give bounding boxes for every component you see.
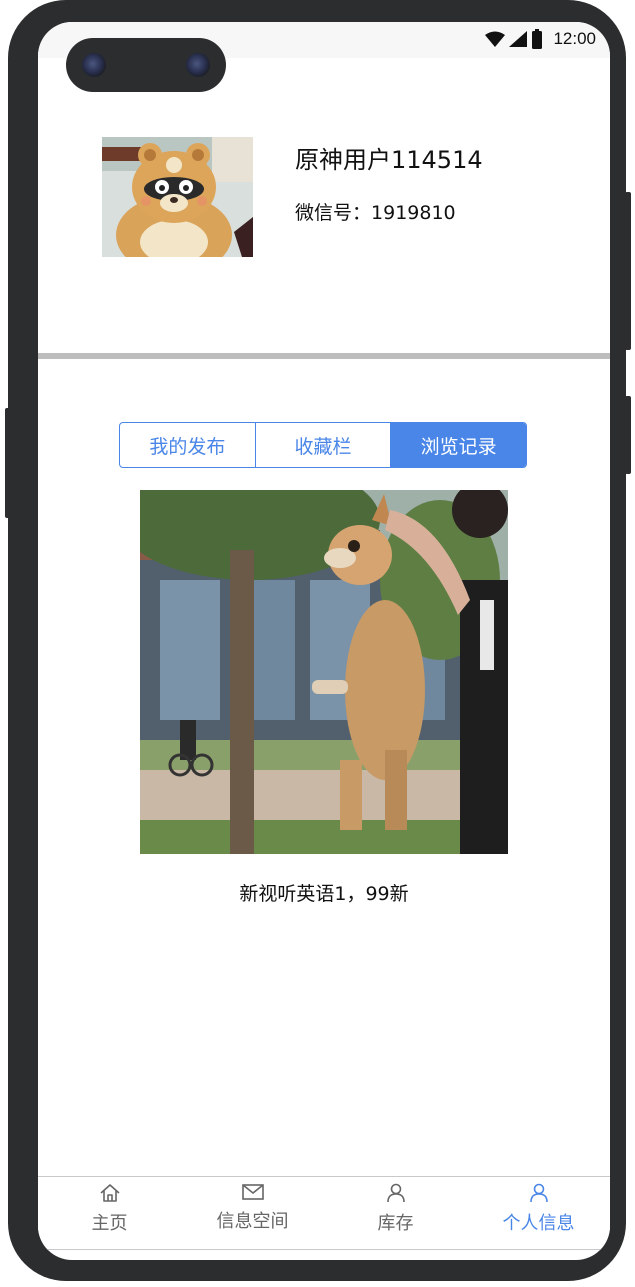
nav-home-label: 主页 (91, 1213, 128, 1234)
nav-profile[interactable]: 个人信息 (467, 1177, 610, 1249)
wechat-id: 1919810 (371, 202, 456, 224)
home-icon (99, 1184, 120, 1202)
nav-inventory[interactable]: 库存 (324, 1177, 467, 1249)
mail-icon (241, 1184, 264, 1200)
nav-messages-label: 信息空间 (216, 1211, 289, 1232)
bottom-nav: 主页 信息空间 库存 个人信息 (38, 1176, 610, 1250)
profile-tabs: 我的发布 收藏栏 浏览记录 (119, 422, 527, 468)
battery-icon (532, 29, 543, 49)
camera-lens-right (186, 53, 210, 77)
camera-cutout (66, 38, 226, 92)
status-time: 12:00 (553, 29, 596, 48)
phone-frame: 12:00 原神用户114514 微信号：1919810 我的发布 收藏栏 浏览… (5, 0, 631, 1281)
camera-lens-left (82, 53, 106, 77)
wifi-icon (485, 31, 506, 47)
wechat-label: 微信号： (295, 202, 372, 224)
tab-my-posts[interactable]: 我的发布 (120, 423, 256, 467)
status-icons: 12:00 (485, 28, 596, 50)
tab-favorites[interactable]: 收藏栏 (256, 423, 392, 467)
post-photo (140, 490, 508, 854)
screen: 12:00 原神用户114514 微信号：1919810 我的发布 收藏栏 浏览… (38, 22, 610, 1260)
person-icon (386, 1183, 405, 1203)
tab-history[interactable]: 浏览记录 (391, 423, 526, 467)
side-button-volume (625, 396, 631, 474)
post-title[interactable]: 新视听英语1，99新 (38, 879, 610, 906)
signal-icon (509, 31, 528, 47)
person-icon (529, 1183, 548, 1203)
wechat-id-row: 微信号：1919810 (295, 198, 456, 225)
nav-inventory-label: 库存 (377, 1213, 414, 1234)
side-button-power (625, 192, 631, 350)
nav-profile-label: 个人信息 (502, 1213, 575, 1234)
side-button-left (5, 408, 11, 518)
nav-home[interactable]: 主页 (38, 1177, 181, 1249)
avatar[interactable] (102, 137, 253, 257)
nav-messages[interactable]: 信息空间 (181, 1177, 324, 1249)
username: 原神用户114514 (295, 146, 483, 174)
post-image[interactable] (140, 490, 508, 854)
section-divider (38, 353, 610, 359)
avatar-image (102, 137, 253, 257)
